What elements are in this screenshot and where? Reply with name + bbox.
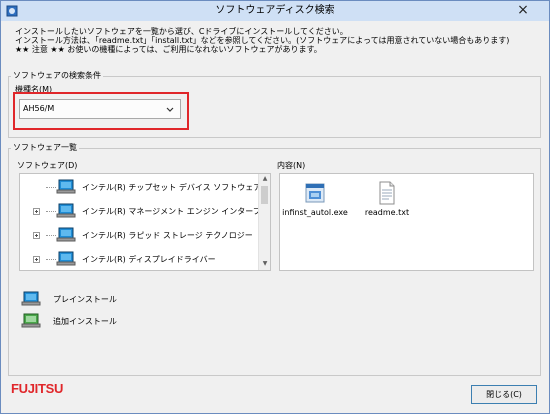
file-item[interactable]: readme.txt [352, 180, 422, 224]
file-name: readme.txt [364, 208, 410, 217]
window-close-button[interactable]: × [503, 1, 543, 21]
content-column-label: 内容(N) [277, 161, 306, 170]
legend-preinstall: プレインストール [21, 291, 181, 309]
software-column-label: ソフトウェア(D) [17, 161, 78, 170]
laptop-additional-icon [21, 313, 41, 328]
software-disk-search-window: ソフトウェアディスク検索 × インストールしたいソフトウェアを一覧から選び、Cド… [0, 0, 550, 414]
laptop-preinstall-icon [56, 179, 76, 194]
instruction-line-2: インストール方法は、「readme.txt」「install.txt」などを参照… [15, 36, 510, 45]
title-bar: ソフトウェアディスク検索 × [1, 1, 549, 21]
instructions: インストールしたいソフトウェアを一覧から選び、Cドライブにインストールしてくださ… [15, 27, 509, 54]
chevron-down-icon [166, 107, 174, 112]
laptop-preinstall-icon [56, 251, 76, 266]
file-item[interactable]: infinst_autol.exe [280, 180, 350, 224]
laptop-preinstall-icon [21, 291, 41, 306]
window-title: ソフトウェアディスク検索 [215, 5, 335, 16]
software-item-label: インテル(R) ディスプレイドライバー [82, 255, 216, 264]
tree-connector [46, 235, 56, 237]
legend-preinstall-label: プレインストール [53, 295, 117, 304]
content-file-list[interactable]: infinst_autol.exe readme.txt [279, 173, 534, 271]
scroll-thumb[interactable] [261, 186, 268, 204]
model-name-select[interactable]: AH56/M [19, 99, 181, 119]
search-conditions-label: ソフトウェアの検索条件 [11, 70, 103, 81]
tree-connector [46, 187, 56, 189]
file-name: infinst_autol.exe [282, 208, 348, 217]
legend-additional: 追加インストール [21, 313, 181, 331]
expand-icon[interactable] [33, 208, 40, 215]
model-name-value: AH56/M [23, 104, 55, 113]
close-button[interactable]: 閉じる(C) [471, 385, 537, 404]
software-item-label: インテル(R) チップセット デバイス ソフトウェア [82, 183, 262, 192]
software-item[interactable]: インテル(R) マネージメント エンジン インターフェイ [20, 200, 270, 224]
text-file-icon [379, 181, 395, 205]
instruction-line-1: インストールしたいソフトウェアを一覧から選び、Cドライブにインストールしてくださ… [15, 27, 348, 36]
tree-scrollbar[interactable]: ▲ ▼ [258, 174, 270, 270]
software-list-label: ソフトウェア一覧 [11, 142, 79, 153]
fujitsu-logo: FUJITSU [11, 381, 64, 396]
software-item-label: インテル(R) マネージメント エンジン インターフェイ [82, 207, 271, 216]
expand-icon[interactable] [33, 256, 40, 263]
software-item[interactable]: インテル(R) ラピッド ストレージ テクノロジー [20, 224, 258, 248]
tree-connector [46, 211, 56, 213]
laptop-preinstall-icon [56, 227, 76, 242]
expand-icon[interactable] [33, 232, 40, 239]
software-tree[interactable]: インテル(R) チップセット デバイス ソフトウェア インテル(R) マネージメ… [19, 173, 271, 271]
legend-additional-label: 追加インストール [53, 317, 117, 326]
exe-file-icon [305, 183, 325, 203]
software-item[interactable]: インテル(R) ディスプレイドライバー [20, 248, 258, 270]
software-item-label: インテル(R) ラピッド ストレージ テクノロジー [82, 231, 253, 240]
laptop-preinstall-icon [56, 203, 76, 218]
tree-connector [46, 259, 56, 261]
instruction-line-3: ★★ 注意 ★★ お使いの機種によっては、ご利用になれないソフトウェアがあります… [15, 45, 322, 54]
software-item[interactable]: インテル(R) チップセット デバイス ソフトウェア [20, 176, 262, 200]
scroll-down-icon[interactable]: ▼ [261, 260, 269, 268]
scroll-up-icon[interactable]: ▲ [261, 175, 269, 183]
